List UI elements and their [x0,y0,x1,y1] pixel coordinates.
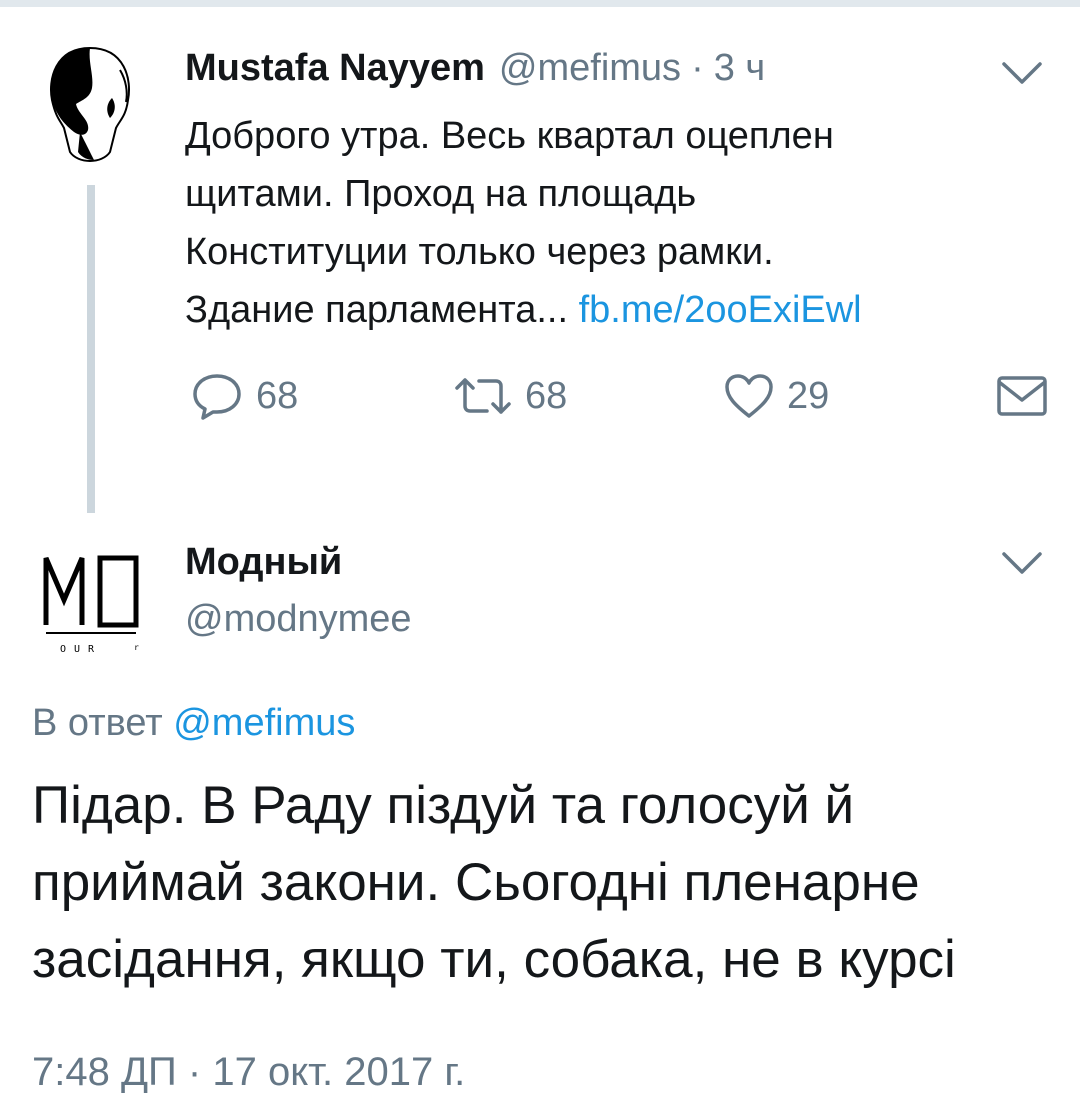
direct-message-button[interactable] [995,366,1049,426]
tweet-text-line-last: Здание парламента... fb.me/2ooExiEwl [185,281,1045,339]
tweet-time[interactable]: 3 ч [714,47,766,90]
tweet-text-line: Доброго утра. Весь квартал оцеплен [185,115,834,157]
tweet-text-line: Конституции только через рамки. [185,231,774,273]
tweet-header: Mustafa Nayyem @mefimus · 3 ч [185,47,765,97]
reply-icon [193,374,241,420]
top-divider [0,0,1080,7]
tweet-text-line: щитами. Проход на площадь [185,173,697,215]
tweet-text-line: приймай закони. Сьогодні пленарне [32,853,920,912]
thread-line [87,185,95,513]
retweet-icon [455,378,511,414]
skull-avatar-icon [50,46,130,162]
author-handle[interactable]: @mefimus [499,47,681,90]
like-button[interactable]: 29 [723,366,829,426]
tweet-link[interactable]: fb.me/2ooExiEwl [579,289,862,331]
heart-icon [725,374,773,418]
tweet-actions: 68 68 29 [185,366,1055,426]
svg-text:r: r [134,643,139,652]
svg-text:OUR: OUR [60,644,102,655]
tweet-timestamp[interactable]: 7:48 ДП · 17 окт. 2017 г. [32,1050,465,1095]
reply-button[interactable]: 68 [190,366,298,426]
retweet-button[interactable]: 68 [453,366,567,426]
reply-mention[interactable]: @mefimus [173,702,355,744]
chevron-down-icon [1002,552,1042,574]
brand-logo-icon: OUR r [43,555,139,655]
author-name[interactable]: Модный [185,541,342,584]
reply-context: В ответ @mefimus [32,702,355,745]
tweet-text-fragment: Здание парламента... [185,289,569,331]
tweet-text: Доброго утра. Весь квартал оцеплен щитам… [185,107,1045,339]
tweet-text-line: Підар. В Раду піздуй та голосуй й [32,776,855,835]
tweet-menu-button[interactable] [1000,548,1044,578]
tweet-text-line: засідання, якщо ти, собака, не в курсі [32,930,956,989]
separator: · [691,47,704,89]
reply-count: 68 [256,374,299,417]
like-count: 29 [787,374,830,417]
retweet-count: 68 [525,374,568,417]
avatar[interactable]: OUR r [30,540,160,660]
author-name[interactable]: Mustafa Nayyem [185,47,485,90]
avatar[interactable] [30,40,150,170]
chevron-down-icon [1002,62,1042,84]
tweet-menu-button[interactable] [1000,58,1044,88]
tweet-text: Підар. В Раду піздуй та голосуй й прийма… [32,767,1062,998]
envelope-icon [997,376,1047,416]
reply-prefix: В ответ [32,702,163,744]
author-handle[interactable]: @modnymee [185,598,412,641]
